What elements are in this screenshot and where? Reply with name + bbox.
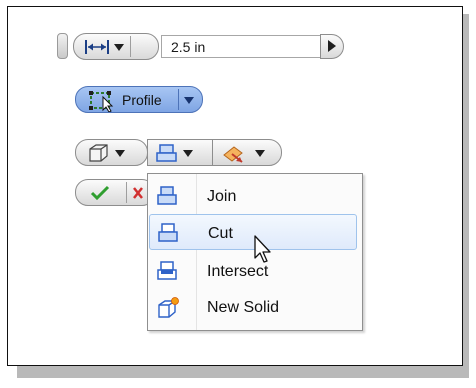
menu-item-label: Join (207, 188, 237, 205)
join-icon (156, 144, 177, 162)
profile-label: Profile (122, 92, 162, 108)
menu-item-label: Intersect (207, 263, 269, 280)
distance-input[interactable]: 2.5 in (161, 35, 321, 58)
intersect-icon (157, 261, 177, 280)
chevron-right-icon (328, 40, 336, 52)
menu-item-join[interactable]: Join (149, 178, 357, 214)
chevron-down-icon (255, 150, 265, 157)
join-icon (157, 186, 177, 205)
menu-item-label: Cut (208, 225, 233, 242)
direction-icon (223, 146, 243, 163)
ok-button[interactable] (90, 185, 110, 201)
divider (178, 89, 179, 110)
menu-item-label: New Solid (207, 299, 280, 316)
chevron-down-icon (114, 44, 124, 51)
operation-dropdown[interactable] (147, 139, 213, 166)
divider (126, 182, 127, 203)
distance-options-button[interactable] (320, 34, 344, 59)
frame-shadow-right (463, 14, 469, 378)
divider (130, 36, 131, 57)
checkmark-icon (90, 185, 110, 201)
direction-dropdown[interactable] (212, 139, 282, 166)
mini-toolbar-grip[interactable] (57, 33, 68, 59)
menu-item-new-solid[interactable]: New Solid (149, 289, 357, 325)
distance-icon (85, 40, 109, 54)
profile-select-icon (89, 91, 114, 112)
mouse-cursor-icon (254, 235, 271, 263)
close-icon (133, 187, 143, 199)
cancel-button[interactable] (132, 186, 144, 200)
frame-shadow-bottom (17, 366, 469, 378)
extents-dropdown[interactable] (75, 139, 149, 166)
ok-cancel-group (75, 179, 155, 206)
cut-icon (158, 223, 178, 242)
new-solid-icon (158, 297, 179, 318)
chevron-down-icon (115, 150, 125, 157)
chevron-down-icon (183, 150, 193, 157)
distance-mode-dropdown[interactable] (73, 33, 159, 60)
chevron-down-icon (184, 97, 194, 104)
cube-icon (89, 144, 108, 162)
